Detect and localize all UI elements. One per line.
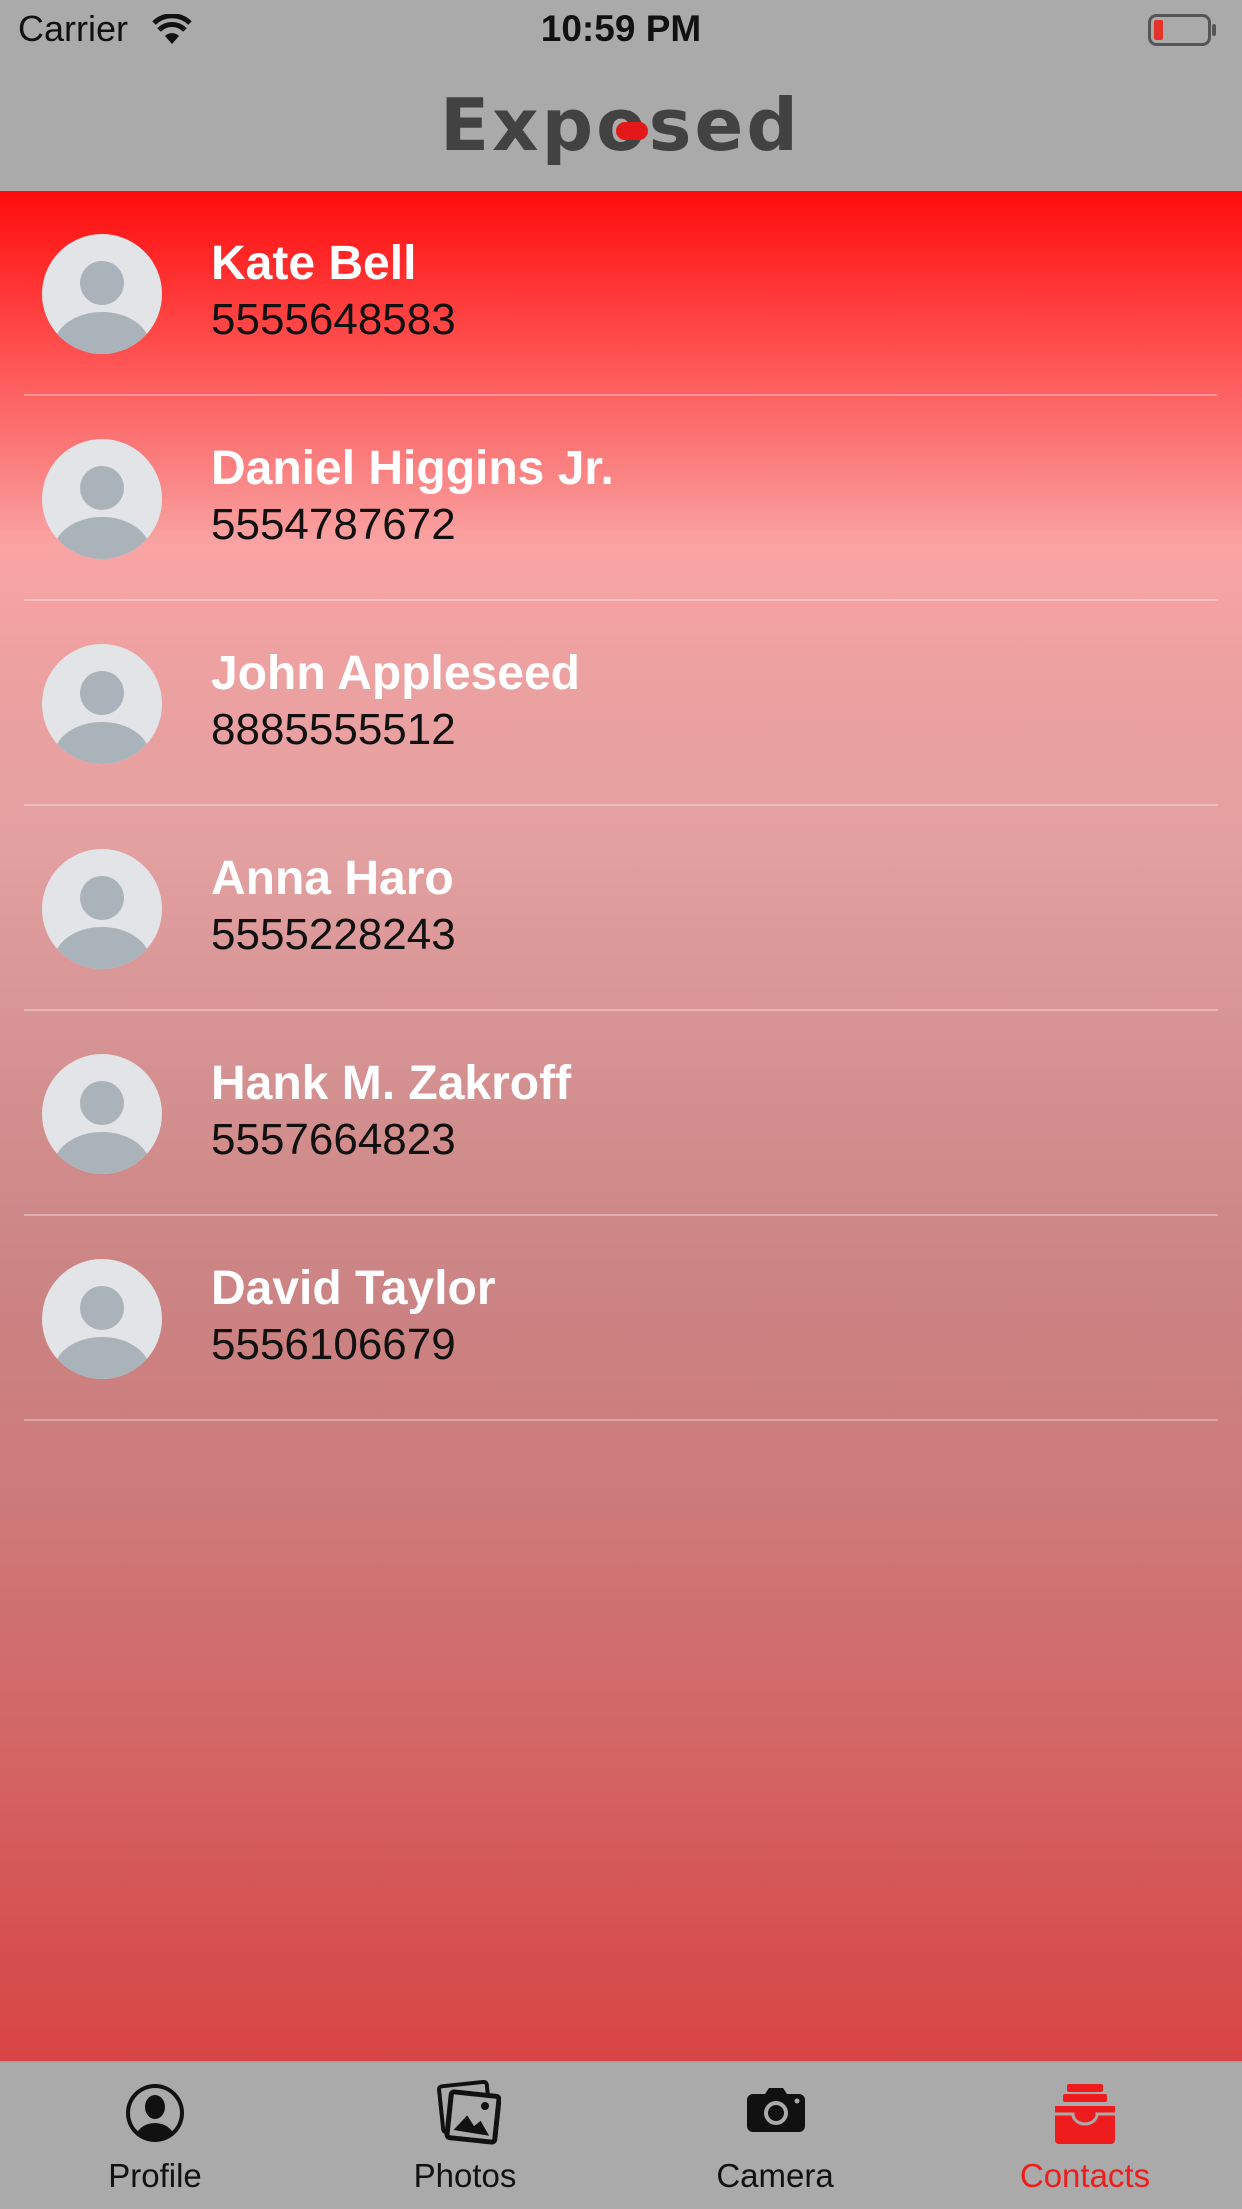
contact-phone: 5556106679 (211, 1320, 456, 1369)
status-time: 10:59 PM (540, 8, 702, 49)
contact-name: Hank M. Zakroff (211, 1057, 572, 1110)
contact-name: John Appleseed (211, 647, 580, 700)
avatar-placeholder-icon (42, 849, 162, 969)
contact-name: Anna Haro (211, 852, 454, 905)
row-divider (24, 1419, 1218, 1421)
avatar-placeholder-icon (42, 234, 162, 354)
tab-profile[interactable]: Profile (0, 2062, 310, 2209)
tab-camera[interactable]: Camera (620, 2062, 930, 2209)
contact-name: Daniel Higgins Jr. (211, 442, 614, 495)
status-bar: Carrier 10:59 PM (0, 0, 1242, 60)
contact-row[interactable]: Anna Haro 5555228243 (0, 806, 1242, 1011)
contact-phone: 5554787672 (211, 500, 456, 549)
contact-phone: 5557664823 (211, 1115, 456, 1164)
contacts-list[interactable]: Kate Bell 5555648583 Daniel Higgins Jr. … (0, 191, 1242, 2061)
avatar-placeholder-icon (42, 1259, 162, 1379)
contact-phone: 5555648583 (211, 295, 456, 344)
tab-label: Photos (413, 2157, 517, 2194)
contact-name: David Taylor (211, 1262, 496, 1315)
contact-phone: 5555228243 (211, 910, 456, 959)
profile-icon (126, 2084, 184, 2142)
contact-row[interactable]: Kate Bell 5555648583 (0, 191, 1242, 396)
tab-bar: Profile Photos Camera Contacts (0, 2061, 1242, 2209)
contact-row[interactable]: David Taylor 5556106679 (0, 1216, 1242, 1421)
logo-eye-icon (616, 122, 648, 140)
contact-row[interactable]: Hank M. Zakroff 5557664823 (0, 1011, 1242, 1216)
battery-icon (1148, 14, 1216, 46)
contact-name: Kate Bell (211, 237, 417, 290)
tab-contacts[interactable]: Contacts (930, 2062, 1240, 2209)
tab-photos[interactable]: Photos (310, 2062, 620, 2209)
camera-icon (747, 2088, 805, 2132)
tab-label: Camera (716, 2157, 834, 2194)
tab-label: Contacts (1019, 2157, 1151, 2194)
tab-label: Profile (108, 2157, 202, 2194)
avatar-placeholder-icon (42, 644, 162, 764)
avatar-placeholder-icon (42, 439, 162, 559)
contacts-icon (1055, 2084, 1115, 2144)
contact-row[interactable]: Daniel Higgins Jr. 5554787672 (0, 396, 1242, 601)
navigation-bar: Exposed (0, 60, 1242, 191)
photos-icon (437, 2080, 501, 2145)
contact-row[interactable]: John Appleseed 8885555512 (0, 601, 1242, 806)
app-logo: Exposed (440, 88, 806, 162)
avatar-placeholder-icon (42, 1054, 162, 1174)
contact-phone: 8885555512 (211, 705, 456, 754)
